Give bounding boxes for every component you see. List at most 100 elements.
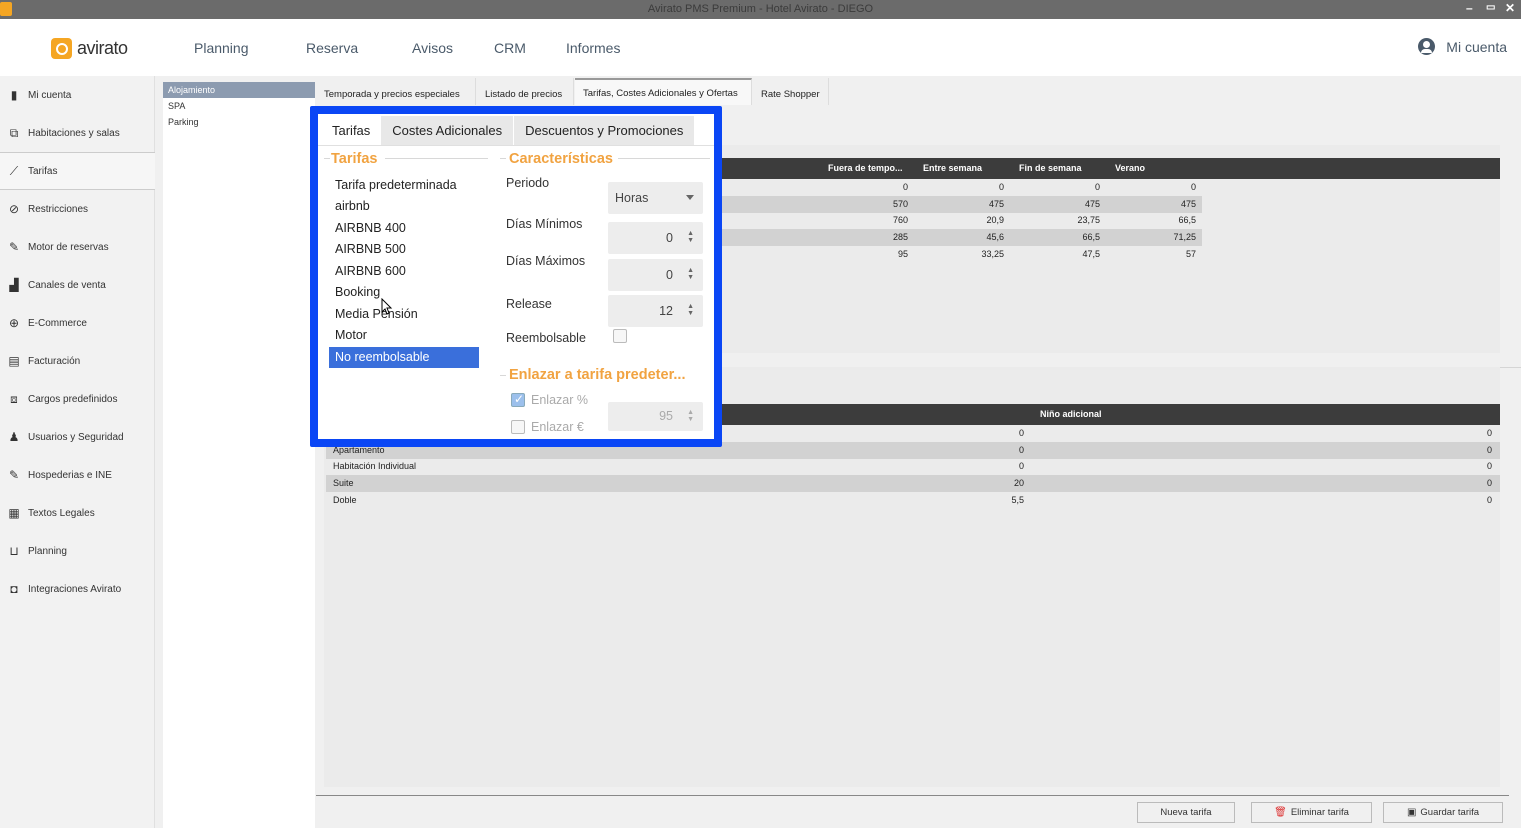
delete-tariff-button[interactable]: 🗑 Eliminar tarifa [1251,802,1372,823]
sidebar-item-motor-reservas[interactable]: ✎ Motor de reservas [0,228,155,266]
periodo-value: Horas [615,191,649,205]
sidebar-item-hospederias[interactable]: ✎ Hospederias e INE [0,456,155,494]
tab-tarifas[interactable]: Tarifas [322,116,381,145]
release-label: Release [506,297,552,311]
enlazar-value-stepper[interactable]: 95 ▲ ▼ [608,402,703,431]
tarifas-group-title: Tarifas [331,151,378,167]
account-menu[interactable]: Mi cuenta [1418,38,1507,55]
tab-listado-precios[interactable]: Listado de precios [477,78,574,105]
plus-circle-icon: ⊕ [8,316,20,330]
tab-descuentos[interactable]: Descuentos y Promociones [514,116,695,145]
restore-button[interactable]: ▭ [1486,2,1495,13]
tab-rate-shopper[interactable]: Rate Shopper [753,78,829,105]
spinner-arrows-icon[interactable]: ▲ ▼ [687,267,694,281]
app-header: avirato Planning Reserva Avisos CRM Info… [0,19,1521,76]
enlazar-eur-checkbox[interactable] [511,420,525,434]
table-cell: 0 [1018,445,1024,455]
table-cell: 0 [1018,461,1024,471]
sidebar-item-restricciones[interactable]: ⊘ Restricciones [0,190,155,228]
tarifa-item-selected[interactable]: No reembolsable [329,347,479,368]
sidebar-item-label: Canales de venta [28,279,106,291]
spinner-arrows-icon[interactable]: ▲ ▼ [687,230,694,244]
release-value: 12 [659,304,673,318]
category-parking[interactable]: Parking [163,114,315,130]
nav-planning[interactable]: Planning [194,40,249,56]
sidebar-item-label: Textos Legales [28,507,95,519]
sidebar-item-label: Hospederias e INE [28,469,112,481]
nav-informes[interactable]: Informes [566,40,620,56]
sidebar-item-textos-legales[interactable]: ▦ Textos Legales [0,494,155,532]
nav-crm[interactable]: CRM [494,40,526,56]
logo-text: avirato [77,38,128,58]
tarifa-item[interactable]: AIRBNB 600 [329,261,479,282]
nav-avisos[interactable]: Avisos [412,40,453,56]
table-cell: 760 [892,215,908,225]
new-tariff-button[interactable]: Nueva tarifa [1137,802,1235,823]
sidebar-item-label: E-Commerce [28,317,87,329]
table-cell: 66,5 [1178,215,1196,225]
sidebar-item-tarifas[interactable]: ⟋ Tarifas [0,152,155,190]
table-cell: 57 [1185,249,1196,259]
category-list: Alojamiento SPA Parking [163,82,315,828]
category-spa[interactable]: SPA [163,98,315,114]
tab-costes-adicionales[interactable]: Costes Adicionales [381,116,514,145]
sidebar-item-cargos[interactable]: ⧈ Cargos predefinidos [0,380,155,418]
tarifa-item[interactable]: AIRBNB 500 [329,239,479,260]
release-stepper[interactable]: 12 ▲ ▼ [608,295,703,327]
table-cell: 475 [988,199,1004,209]
dias-maximos-label: Días Máximos [506,254,586,268]
table-row-bg [326,475,1500,492]
bar-chart-icon: ▟ [9,278,19,292]
dias-minimos-stepper[interactable]: 0 ▲ ▼ [608,222,703,254]
tarifa-item[interactable]: airbnb [329,196,479,217]
table-cell: 23,75 [1077,215,1100,225]
sidebar-item-mi-cuenta[interactable]: ▮ Mi cuenta [0,76,155,114]
tarifa-item[interactable]: Media Pensión [329,304,479,325]
avirato-logo[interactable]: avirato [51,38,128,59]
table-cell: 95 [897,249,908,259]
prices-table-header: Fuera de tempo... Entre semana Fin de se… [716,158,1500,179]
dias-minimos-value: 0 [666,231,673,245]
periodo-select[interactable]: Horas [608,182,703,214]
dias-maximos-value: 0 [666,268,673,282]
sidebar-item-label: Usuarios y Seguridad [28,431,124,443]
chevron-down-icon [686,195,694,200]
periodo-label: Periodo [506,176,550,190]
sidebar-item-usuarios[interactable]: ♟ Usuarios y Seguridad [0,418,155,456]
sidebar-item-integraciones[interactable]: ◘ Integraciones Avirato [0,570,155,608]
user-lock-icon: ♟ [8,430,20,444]
table-cell: 47,5 [1082,249,1100,259]
minimize-button[interactable]: – [1466,1,1473,15]
spinner-arrows-icon[interactable]: ▲ ▼ [687,409,694,423]
user-circle-icon [1418,38,1436,55]
table-cell: 0 [1486,445,1492,455]
group-border [385,158,488,159]
reembolsable-checkbox[interactable] [613,329,627,343]
mouse-cursor-icon [381,298,393,315]
table-cell: 0 [1094,182,1100,192]
dias-maximos-stepper[interactable]: 0 ▲ ▼ [608,259,703,291]
enlazar-pct-checkbox[interactable] [511,392,525,407]
tab-tarifas-costes[interactable]: Tarifas, Costes Adicionales y Ofertas [575,78,752,105]
sidebar-item-planning[interactable]: ⊔ Planning [0,532,155,570]
tab-temporada[interactable]: Temporada y precios especiales [316,78,476,105]
sidebar-item-label: Mi cuenta [28,89,72,101]
tarifa-item[interactable]: AIRBNB 400 [329,218,479,239]
charges-icon: ⧈ [10,391,18,406]
nav-reserva[interactable]: Reserva [306,40,358,56]
tarifa-item[interactable]: Booking [329,282,479,303]
spinner-arrows-icon[interactable]: ▲ ▼ [687,303,694,317]
save-tariff-button[interactable]: ▣ Guardar tarifa [1383,802,1503,823]
rooms-icon: ⧉ [9,125,19,140]
sidebar-item-ecommerce[interactable]: ⊕ E-Commerce [0,304,155,342]
col-verano: Verano [1115,163,1146,173]
sidebar-item-habitaciones[interactable]: ⧉ Habitaciones y salas [0,114,155,152]
sidebar-item-canales[interactable]: ▟ Canales de venta [0,266,155,304]
sidebar-item-facturacion[interactable]: ▤ Facturación [0,342,155,380]
close-button[interactable]: ✕ [1505,1,1515,15]
tarifa-item[interactable]: Motor [329,325,479,346]
table-cell: 33,25 [981,249,1004,259]
table-cell: 0 [1486,495,1492,505]
tarifa-item[interactable]: Tarifa predeterminada [329,175,479,196]
category-alojamiento[interactable]: Alojamiento [163,82,315,98]
